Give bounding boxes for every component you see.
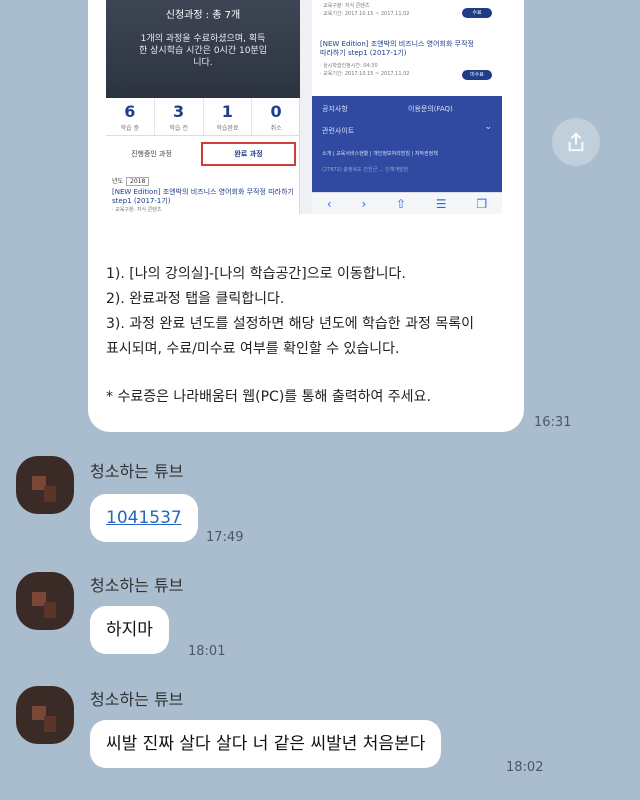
course-count-title: 신청과정 : 총 7개 (165, 10, 241, 21)
sender-name: 청소하는 튜브 (90, 690, 184, 709)
course-tabs: 진행중인 과정 완료 과정 (106, 140, 300, 168)
stat-before: 3 학습 전 (155, 98, 204, 135)
message-time: 17:49 (206, 530, 244, 545)
course-title-right: [NEW Edition] 조앤박의 비즈니스 영어회화 무작정 따라하기 st… (320, 40, 474, 57)
screenshot-right-panel: · 교육구분: 지식 콘텐츠 · 교육기간: 2017.10.15 ~ 2017… (312, 0, 502, 214)
message-link[interactable]: 1041537 (106, 508, 182, 528)
stat-in-progress: 6 학습 중 (106, 98, 155, 135)
message-time: 18:01 (188, 644, 226, 659)
tab-completed: 완료 과정 (201, 142, 296, 166)
share-button[interactable] (552, 118, 600, 166)
course-meta: · 교육구분: 지식 콘텐츠 (112, 207, 162, 213)
course-title: [NEW Edition] 조앤박의 비즈니스 영어회화 무작정 따라하기 st… (112, 188, 294, 205)
instructions: 1). [나의 강의실]-[나의 학습공간]으로 이동합니다. 2). 완료과정… (106, 266, 474, 357)
embedded-screenshot[interactable]: 신청과정 : 총 7개 1개의 과정을 수료하셨으며, 획득 한 상시학습 시간… (106, 0, 502, 214)
message-time: 18:02 (506, 760, 544, 775)
site-footer: 공지사항 이용문의(FAQ) 관련사이트 ⌄ 소개 | 교육서비스현황 | 개인… (312, 96, 502, 192)
screenshot-left-panel: 신청과정 : 총 7개 1개의 과정을 수료하셨으며, 획득 한 상시학습 시간… (106, 0, 300, 214)
forward-icon: › (361, 196, 367, 211)
completion-message: 1개의 과정을 수료하셨으며, 획득 한 상시학습 시간은 0시간 10분입 니… (139, 34, 267, 68)
chevron-down-icon: ⌄ (484, 122, 492, 132)
share-icon (568, 132, 584, 152)
stats-row: 6 학습 중 3 학습 전 1 학습완료 0 취소 (106, 98, 300, 136)
stat-complete: 1 학습완료 (204, 98, 253, 135)
avatar[interactable] (16, 572, 74, 630)
completed-badge: 수료 (462, 8, 492, 18)
year-filter: 년도 2018 (112, 176, 150, 186)
incomplete-badge: 미수료 (462, 70, 492, 80)
message-bubble[interactable]: 씨발 진짜 살다 살다 너 같은 씨발년 처음본다 (90, 720, 442, 768)
message-time: 16:31 (534, 415, 572, 430)
avatar[interactable] (16, 686, 74, 744)
back-icon: ‹ (326, 196, 332, 211)
course-meta-right: · 상시학습인정시간: 04:30 · 교육기간: 2017.10.15 ~ 2… (320, 63, 410, 77)
tab-in-progress: 진행중인 과정 (131, 150, 172, 158)
message-bubble[interactable]: 하지마 (90, 606, 169, 654)
course-item-meta: · 교육구분: 지식 콘텐츠 · 교육기간: 2017.10.15 ~ 2017… (320, 3, 410, 17)
message-bubble[interactable]: 1041537 (90, 494, 198, 542)
summary-banner: 신청과정 : 총 7개 1개의 과정을 수료하셨으며, 획득 한 상시학습 시간… (106, 0, 300, 98)
certificate-note: * 수료증은 나라배움터 웹(PC)를 통해 출력하여 주세요. (106, 389, 431, 405)
sender-name: 청소하는 튜브 (90, 576, 184, 595)
tabs-icon: ❐ (476, 196, 488, 211)
avatar[interactable] (16, 456, 74, 514)
sender-name: 청소하는 튜브 (90, 462, 184, 481)
bookmarks-icon: ☰ (435, 196, 447, 211)
shared-image-message[interactable]: 신청과정 : 총 7개 1개의 과정을 수료하셨으며, 획득 한 상시학습 시간… (88, 0, 524, 432)
browser-toolbar: ‹ › ⇧ ☰ ❐ (312, 192, 502, 214)
share-icon: ⇧ (396, 196, 407, 211)
stat-cancel: 0 취소 (270, 102, 282, 132)
